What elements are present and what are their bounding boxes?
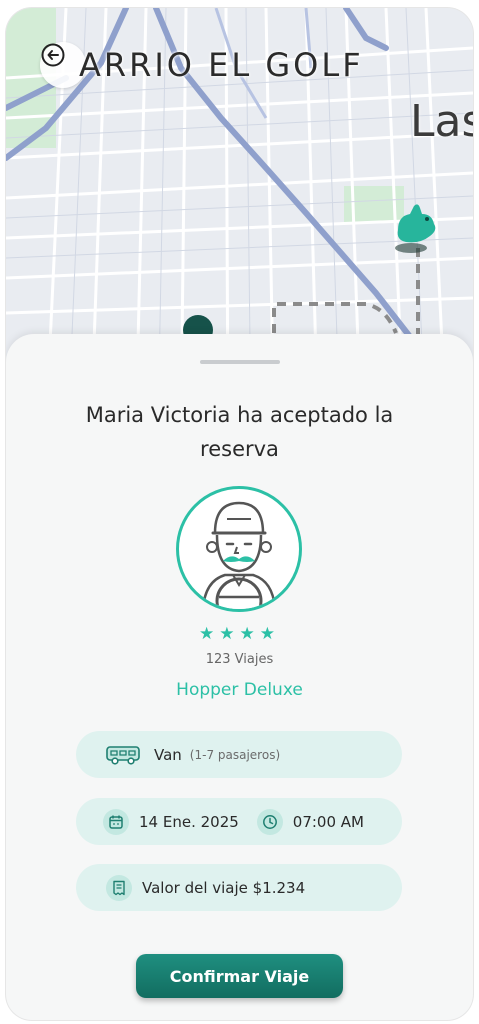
booking-title: Maria Victoria ha aceptado la reserva: [85, 403, 394, 461]
vehicle-class: Hopper Deluxe: [176, 680, 303, 700]
phone-screen: ARRIO EL GOLF Las Maria Victoria ha acep…: [6, 8, 473, 1020]
trip-time: 07:00 AM: [292, 812, 364, 831]
trip-count: 123 Viajes: [205, 652, 274, 667]
price-pill: Valor del viaje $1.234: [76, 864, 402, 911]
vehicle-capacity: (1-7 pasajeros): [189, 747, 281, 762]
vehicle-type: Van: [154, 745, 182, 764]
driver-avatar: [176, 486, 302, 612]
calendar-icon: [103, 808, 129, 835]
arrow-left-circle-icon: [41, 43, 65, 67]
booking-sheet: Maria Victoria ha aceptado la reserva ★★…: [6, 334, 473, 1020]
van-icon: [106, 744, 140, 766]
receipt-icon: [106, 874, 132, 901]
driver-illustration-icon: [201, 501, 277, 609]
confirm-trip-button[interactable]: Confirmar Viaje: [136, 954, 343, 998]
rating-stars: ★★★★: [199, 624, 280, 644]
clock-icon: [256, 808, 283, 835]
vehicle-type-pill: Van (1-7 pasajeros): [76, 731, 402, 778]
map-neighborhood-label: ARRIO EL GOLF: [79, 46, 364, 84]
schedule-pill: 14 Ene. 2025 07:00 AM: [76, 798, 402, 845]
map-district-label: Las: [410, 96, 473, 147]
trip-date: 14 Ene. 2025: [139, 812, 239, 831]
trip-price: Valor del viaje $1.234: [142, 878, 306, 897]
drag-handle[interactable]: [200, 360, 280, 364]
